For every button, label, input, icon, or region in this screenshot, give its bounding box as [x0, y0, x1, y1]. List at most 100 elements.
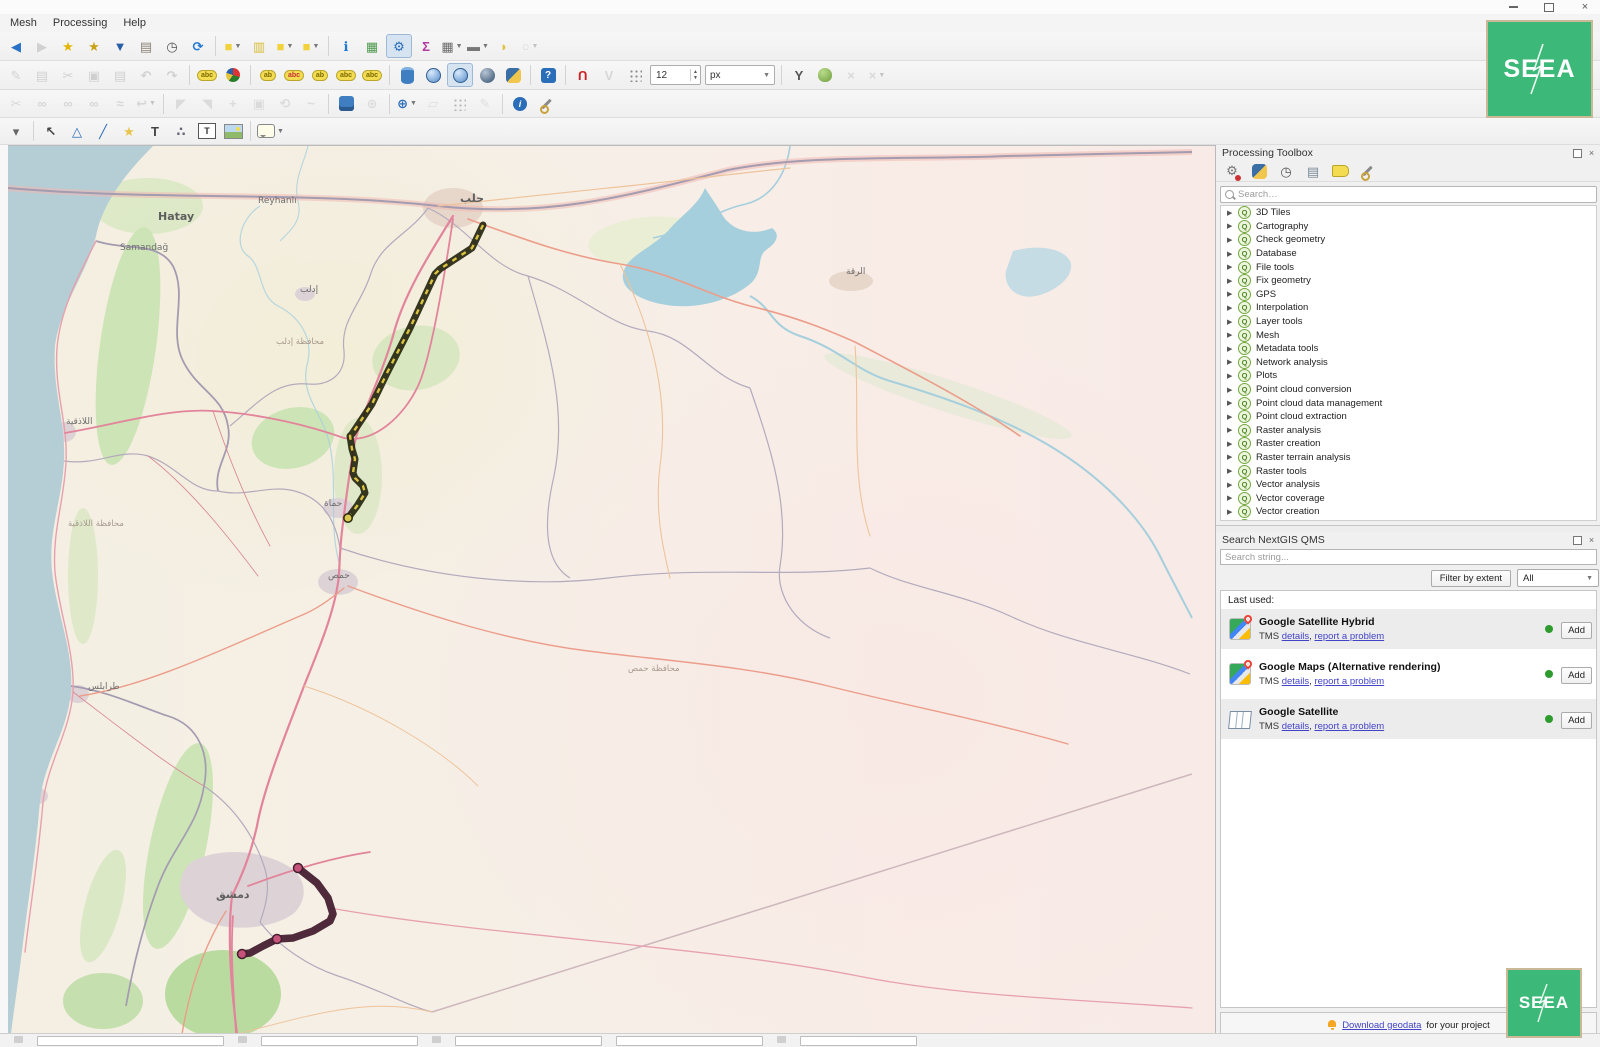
close-panel-icon[interactable]: × [1586, 148, 1597, 159]
plugin-help-icon[interactable]: ? [536, 64, 560, 86]
add-service-button[interactable]: Add [1561, 667, 1592, 684]
details-link[interactable]: details [1282, 631, 1309, 642]
polygon-annotation-icon[interactable]: △ [65, 120, 89, 142]
zoom-next-icon[interactable]: ▶ [30, 35, 54, 57]
construction-mode-icon[interactable]: ▱ [421, 93, 445, 115]
algorithm-group-raster-tools[interactable]: ▶QRaster tools [1221, 464, 1596, 478]
marker-annotation-icon[interactable]: ★ [117, 120, 141, 142]
change-label-icon[interactable]: abc [360, 64, 384, 86]
options-icon[interactable] [1357, 162, 1377, 180]
close-panel-icon[interactable]: × [1586, 535, 1597, 546]
snap-indicator-icon[interactable]: ⊕ [360, 93, 384, 115]
python-console-icon[interactable] [501, 64, 525, 86]
expand-caret-icon[interactable]: ▶ [1227, 263, 1233, 271]
processing-toolbox-icon[interactable]: ⚙ [386, 34, 412, 58]
map-canvas[interactable]: HatayReyhanlıSamandağحلبإدلبحماةحمصاللاذ… [8, 145, 1215, 1034]
rotate-feature-icon[interactable]: ⟲ [273, 93, 297, 115]
layer-labeling-icon[interactable]: abc [195, 64, 219, 86]
status-icon[interactable] [14, 1036, 23, 1043]
vertex-tool-all-layers-icon[interactable]: ◥ [195, 93, 219, 115]
expand-caret-icon[interactable]: ▶ [1227, 222, 1233, 230]
expand-caret-icon[interactable]: ▶ [1227, 358, 1233, 366]
float-panel-icon[interactable] [1572, 535, 1583, 546]
expand-caret-icon[interactable]: ▶ [1227, 494, 1233, 502]
move-feature-icon[interactable]: + [221, 93, 245, 115]
move-label-icon[interactable]: ab [308, 64, 332, 86]
menu-help[interactable]: Help [115, 16, 154, 30]
algorithm-group-point-cloud-data-management[interactable]: ▶QPoint cloud data management [1221, 396, 1596, 410]
maximize-button[interactable] [1542, 1, 1556, 13]
snap-unit-combobox[interactable]: px▼ [704, 64, 776, 86]
algorithm-group-point-cloud-conversion[interactable]: ▶QPoint cloud conversion [1221, 383, 1596, 397]
statistical-summary-icon[interactable]: ▦ [360, 35, 384, 57]
merge-features-icon[interactable]: ∞ [56, 93, 80, 115]
save-edits-icon[interactable]: ▤ [30, 64, 54, 86]
identify-features-icon[interactable]: ℹ [334, 35, 358, 57]
expand-caret-icon[interactable]: ▶ [1227, 290, 1233, 298]
algorithm-group-3d-tiles[interactable]: ▶Q3D Tiles [1221, 206, 1596, 220]
snapping-magnet-icon[interactable]: U [571, 64, 595, 86]
layer-diagram-icon[interactable] [221, 64, 245, 86]
text-at-point-annotation-icon[interactable]: T [195, 120, 219, 142]
select-features-icon[interactable]: ■▼ [221, 35, 245, 57]
split-parts-icon[interactable]: ∞ [30, 93, 54, 115]
algorithm-group-mesh[interactable]: ▶QMesh [1221, 328, 1596, 342]
add-service-button[interactable]: Add [1561, 622, 1592, 639]
text-annotation-icon[interactable]: T [143, 120, 167, 142]
algorithm-group-raster-terrain-analysis[interactable]: ▶QRaster terrain analysis [1221, 451, 1596, 465]
report-problem-link[interactable]: report a problem [1314, 676, 1384, 687]
copy-move-feature-icon[interactable]: ▣ [247, 93, 271, 115]
float-panel-icon[interactable] [1572, 148, 1583, 159]
expand-caret-icon[interactable]: ▶ [1227, 426, 1233, 434]
qms-result-row[interactable]: Google SatelliteTMS details, report a pr… [1221, 699, 1596, 739]
menu-mesh[interactable]: Mesh [2, 16, 45, 30]
expand-caret-icon[interactable]: ▶ [1227, 399, 1233, 407]
algorithm-group-raster-creation[interactable]: ▶QRaster creation [1221, 437, 1596, 451]
report-problem-link[interactable]: report a problem [1314, 631, 1384, 642]
algorithm-group-file-tools[interactable]: ▶QFile tools [1221, 260, 1596, 274]
algorithm-group-gps[interactable]: ▶QGPS [1221, 288, 1596, 302]
cad-tools-icon[interactable]: ⊕▼ [395, 93, 419, 115]
merge-attributes-icon[interactable]: ∞ [82, 93, 106, 115]
metasearch-icon[interactable] [421, 64, 445, 86]
close-button[interactable]: × [1578, 1, 1592, 13]
html-annotation-icon[interactable]: ▼ [256, 120, 285, 142]
sum-icon[interactable]: Σ [414, 35, 438, 57]
rotation-input[interactable] [616, 1036, 763, 1046]
algorithm-group-check-geometry[interactable]: ▶QCheck geometry [1221, 233, 1596, 247]
expand-caret-icon[interactable]: ▶ [1227, 467, 1233, 475]
history-icon[interactable]: ◷ [1276, 162, 1296, 180]
qms-result-row[interactable]: Google Satellite HybridTMS details, repo… [1221, 609, 1596, 649]
expand-caret-icon[interactable]: ▶ [1227, 345, 1233, 353]
details-link[interactable]: details [1282, 676, 1309, 687]
simplify-feature-icon[interactable]: ~ [299, 93, 323, 115]
grid-icon[interactable] [623, 64, 647, 86]
highlight-pinned-labels-icon[interactable]: abc [282, 64, 306, 86]
details-link[interactable]: details [1282, 721, 1309, 732]
coordinate-input[interactable] [37, 1036, 224, 1046]
redo-icon[interactable]: ↷ [160, 64, 184, 86]
deselect-features-icon[interactable]: ■▼ [273, 35, 297, 57]
magnifier-input[interactable] [455, 1036, 602, 1046]
python-scripts-icon[interactable] [1249, 162, 1269, 180]
scale-input[interactable] [261, 1036, 418, 1046]
snap-tolerance-spinbox[interactable]: 12▲▼ [649, 64, 702, 86]
osm-place-search-icon[interactable] [475, 64, 499, 86]
service-type-select[interactable]: All ▼ [1517, 569, 1599, 587]
help-info-icon[interactable]: i [508, 93, 532, 115]
offset-curve-icon[interactable]: ↩▼ [134, 93, 158, 115]
toggle-editing-icon[interactable]: ✎ [4, 64, 28, 86]
minimize-button[interactable] [1506, 1, 1520, 13]
zoom-last-icon[interactable]: ◀ [4, 35, 28, 57]
expand-caret-icon[interactable]: ▶ [1227, 331, 1233, 339]
expand-caret-icon[interactable]: ▶ [1227, 386, 1233, 394]
undo-icon[interactable]: ↶ [134, 64, 158, 86]
floating-cad-dock-icon[interactable] [447, 93, 471, 115]
algorithm-group-metadata-tools[interactable]: ▶QMetadata tools [1221, 342, 1596, 356]
qms-search-input[interactable]: Search string... [1220, 549, 1597, 565]
temporal-controller-icon[interactable]: ◷ [160, 35, 184, 57]
algorithm-group-fix-geometry[interactable]: ▶QFix geometry [1221, 274, 1596, 288]
edit-features-in-place-icon[interactable] [1330, 162, 1350, 180]
web-service-icon[interactable] [447, 63, 473, 87]
cut-features-icon[interactable]: ✂ [56, 64, 80, 86]
